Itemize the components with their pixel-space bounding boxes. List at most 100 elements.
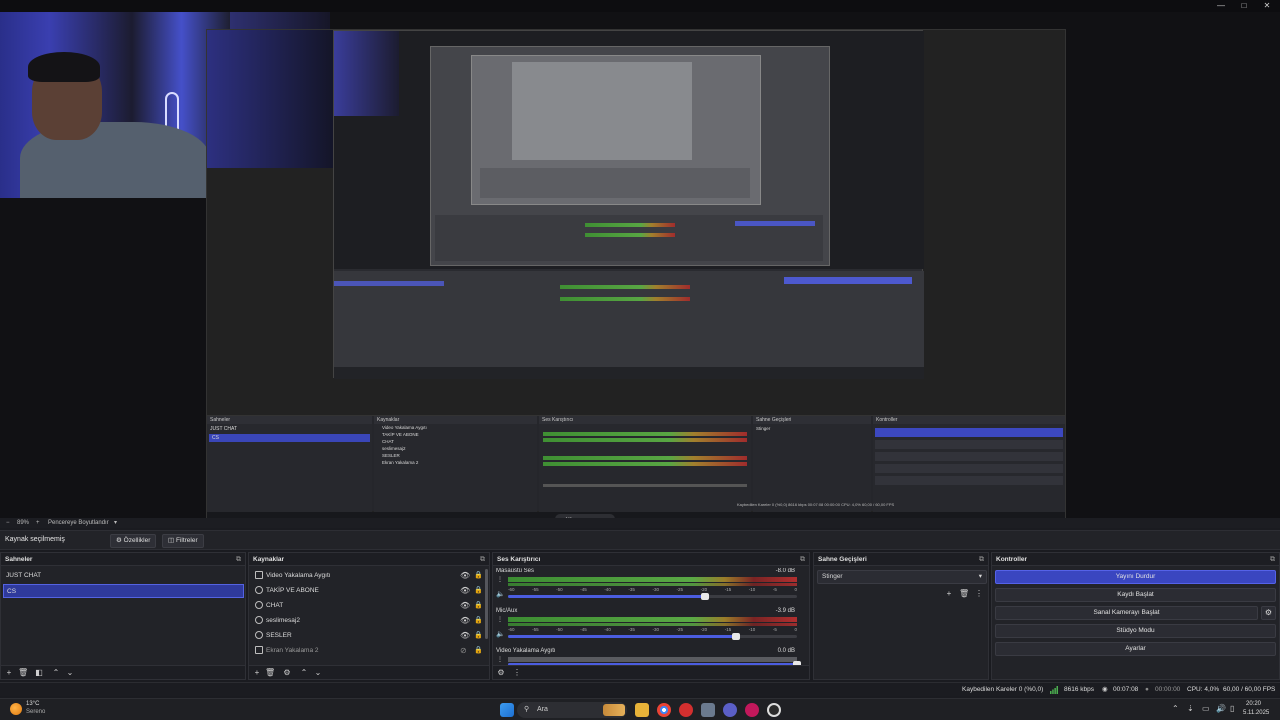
channel-options-icon[interactable]: ⋮ [497, 576, 503, 583]
no-source-label: Kaynak seçilmemiş [5, 536, 65, 543]
filter-icon[interactable]: ◧ [34, 668, 44, 678]
battery-icon[interactable]: ▯ [1230, 704, 1234, 713]
audio-mixer-dock: Ses Karıştırıcı ⧉ Masaüstü Ses -8.0 dB ⋮ -60… [492, 552, 810, 680]
nested-obs-docks: Sahneler JUST CHAT CS Kaynaklar Video Ya… [207, 415, 1065, 512]
gear-icon[interactable]: ⚙ [282, 668, 292, 678]
volume-slider[interactable] [508, 633, 797, 640]
undock-icon[interactable]: ⧉ [800, 553, 805, 566]
lock-icon[interactable]: 🔒 [474, 643, 483, 658]
lock-icon[interactable]: 🔒 [474, 613, 483, 628]
add-icon[interactable]: + [944, 589, 954, 599]
add-icon[interactable]: + [252, 668, 262, 678]
move-down-icon[interactable]: ⌄ [313, 668, 323, 678]
eye-icon[interactable]: 👁 [460, 628, 470, 643]
eye-icon[interactable]: 👁 [460, 583, 470, 598]
app-icon[interactable] [701, 703, 715, 717]
trash-icon[interactable]: 🗑 [18, 668, 28, 678]
source-name: Ekran Yakalama 2 [266, 647, 319, 654]
chevron-down-icon[interactable]: ▾ [114, 518, 117, 528]
nested-dock-4 [480, 168, 750, 198]
undock-icon[interactable]: ⧉ [1270, 553, 1275, 566]
start-menu-icon[interactable] [500, 703, 514, 717]
maximize-button[interactable]: □ [1233, 1, 1255, 11]
move-up-icon[interactable]: ⌃ [51, 668, 61, 678]
start-virtual-camera-button[interactable]: Sanal Kamerayı Başlat [995, 606, 1258, 620]
file-explorer-icon[interactable] [635, 703, 649, 717]
undock-icon[interactable]: ⧉ [979, 553, 984, 566]
source-item[interactable]: Video Yakalama Aygıtı 👁 🔒 [251, 568, 487, 583]
settings-button[interactable]: Ayarlar [995, 642, 1276, 656]
network-icon[interactable]: ▭ [1202, 704, 1210, 713]
weather-moon-icon[interactable] [10, 703, 22, 715]
volume-knob[interactable] [732, 633, 741, 640]
clock-date[interactable]: 5.11.2025 [1243, 710, 1269, 716]
sources-scrollbar[interactable] [485, 569, 488, 639]
more-options-icon[interactable]: ⋮ [974, 589, 984, 599]
minimize-button[interactable]: — [1210, 1, 1232, 11]
start-recording-button[interactable]: Kaydı Başlat [995, 588, 1276, 602]
undock-icon[interactable]: ⧉ [480, 553, 485, 566]
obs-icon[interactable] [767, 703, 781, 717]
eye-icon[interactable]: 👁 [460, 613, 470, 628]
stop-stream-button[interactable]: Yayını Durdur [995, 570, 1276, 584]
lock-icon[interactable]: 🔒 [474, 598, 483, 613]
meter-tick-label: -35 [628, 627, 635, 632]
meter-tick-label: -20 [700, 627, 708, 632]
zoom-minus-icon[interactable]: − [6, 518, 10, 528]
close-button[interactable]: ✕ [1256, 1, 1278, 11]
trash-icon[interactable]: 🗑 [265, 668, 275, 678]
lock-icon[interactable]: 🔒 [474, 583, 483, 598]
speaker-icon[interactable]: 🔈 [496, 590, 505, 598]
chevron-up-icon[interactable]: ⌃ [1172, 704, 1179, 713]
move-up-icon[interactable]: ⌃ [299, 668, 309, 678]
properties-button[interactable]: ⚙ Özellikler [110, 534, 157, 548]
scene-item[interactable]: JUST CHAT [3, 569, 244, 583]
clock-time[interactable]: 20:20 [1246, 701, 1261, 707]
undock-icon[interactable]: ⧉ [236, 553, 241, 566]
opera-gx-icon[interactable] [745, 703, 759, 717]
source-item-hidden[interactable]: Ekran Yakalama 2 ⊘ 🔒 [251, 643, 487, 658]
meter-tick-label: -55 [532, 627, 539, 632]
volume-slider[interactable] [508, 593, 797, 600]
record-time: 00:00:00 [1155, 686, 1181, 693]
filters-button[interactable]: ◫ Filtreler [162, 534, 204, 548]
channel-db: 0.0 dB [777, 648, 795, 654]
lock-icon[interactable]: 🔒 [474, 628, 483, 643]
channel-options-icon[interactable]: ⋮ [497, 616, 503, 623]
source-item[interactable]: seslimesaj2 👁 🔒 [251, 613, 487, 628]
scene-item-selected[interactable]: CS [3, 584, 244, 598]
mixer-footer: ⚙ ⋮ [493, 665, 809, 679]
eye-off-icon[interactable]: ⊘ [460, 643, 467, 658]
eye-icon[interactable]: 👁 [460, 598, 470, 613]
add-icon[interactable]: + [4, 668, 14, 678]
source-item[interactable]: TAKİP VE ABONE 👁 🔒 [251, 583, 487, 598]
volume-icon[interactable]: 🔊 [1216, 704, 1226, 713]
virtual-camera-settings-gear-icon[interactable]: ⚙ [1261, 606, 1276, 620]
browser-icon [255, 631, 263, 639]
lock-icon[interactable]: 🔒 [474, 568, 483, 583]
opera-icon[interactable] [679, 703, 693, 717]
more-options-icon[interactable]: ⋮ [512, 668, 522, 678]
weather-text[interactable]: Serenо [26, 709, 45, 715]
volume-knob[interactable] [700, 593, 709, 600]
chrome-icon[interactable] [657, 703, 671, 717]
source-item[interactable]: SESLER 👁 🔒 [251, 628, 487, 643]
zoom-plus-icon[interactable]: + [36, 518, 40, 528]
gear-icon[interactable]: ⚙ [496, 668, 506, 678]
eye-icon[interactable]: 👁 [460, 568, 470, 583]
level-meter-right [508, 623, 797, 626]
trash-icon[interactable]: 🗑 [959, 589, 969, 599]
transition-select[interactable]: Stinger ▾ [817, 570, 987, 584]
preview-canvas[interactable]: Sahneler JUST CHAT CS Kaynaklar Video Ya… [0, 12, 1280, 526]
speaker-icon[interactable]: 🔈 [496, 630, 505, 638]
weather-temp[interactable]: 13°C [26, 701, 39, 707]
usb-icon[interactable]: ⇣ [1187, 704, 1194, 713]
taskbar-search[interactable]: ⚲ Ara [517, 702, 627, 718]
fit-to-window-label[interactable]: Pencereye Boyutlandır [48, 518, 109, 528]
channel-options-icon[interactable]: ⋮ [497, 656, 503, 663]
move-down-icon[interactable]: ⌄ [65, 668, 75, 678]
discord-icon[interactable] [723, 703, 737, 717]
studio-mode-button[interactable]: Stüdyo Modu [995, 624, 1276, 638]
nested-capture-level-2 [333, 30, 924, 379]
source-item[interactable]: CHAT 👁 🔒 [251, 598, 487, 613]
